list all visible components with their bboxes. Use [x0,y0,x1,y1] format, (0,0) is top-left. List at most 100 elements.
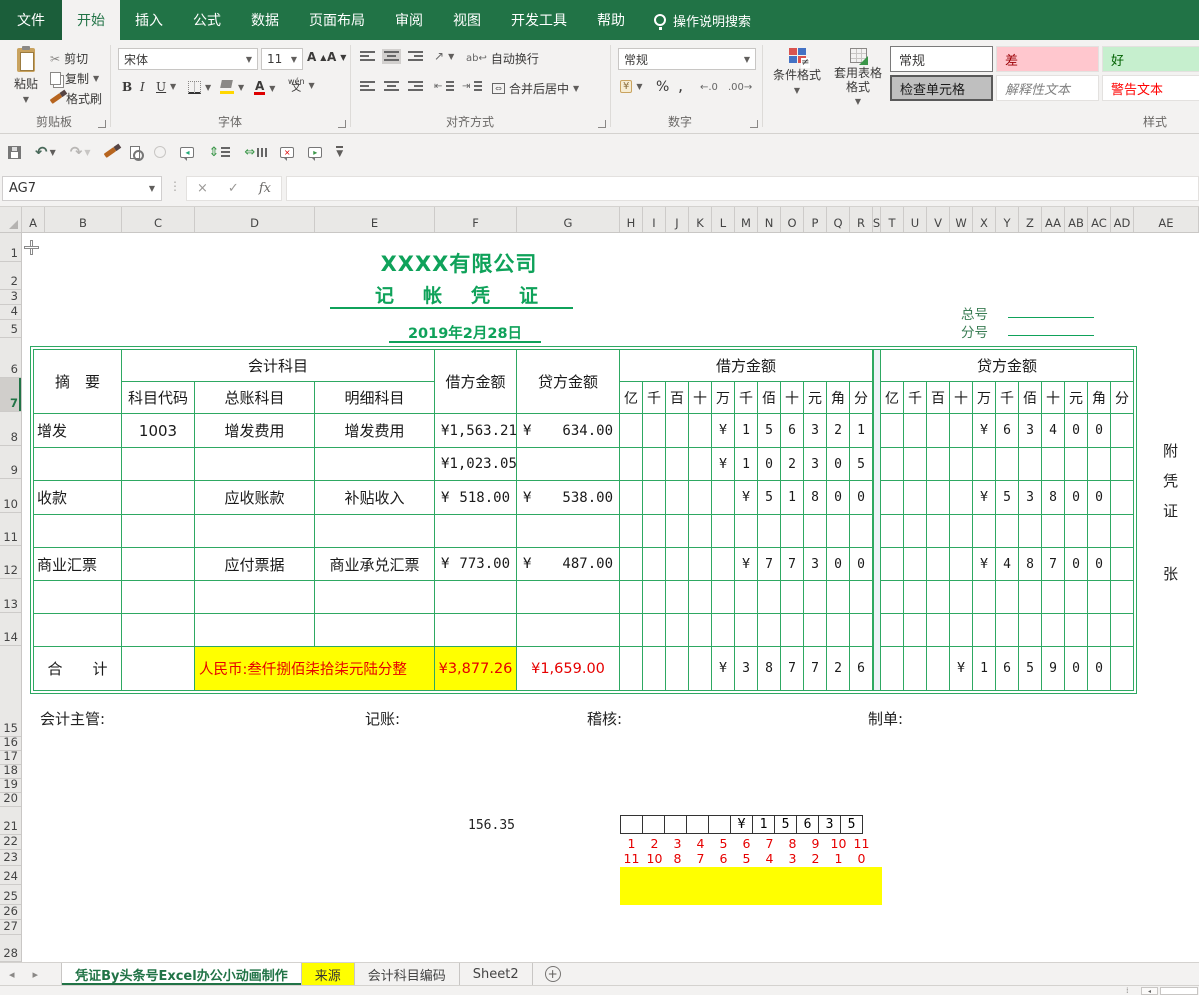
credit-digit-cell[interactable]: 4 [996,548,1019,581]
credit-digit-cell[interactable] [996,515,1019,548]
col-header-M[interactable]: M [735,207,758,232]
col-header-F[interactable]: F [435,207,517,232]
debit-digit-cell[interactable] [643,414,666,448]
credit-digit-cell[interactable] [1111,448,1134,481]
credit-digit-cell[interactable]: 4 [1042,414,1065,448]
cell-detail[interactable]: 补贴收入 [315,481,435,515]
debit-digit-cell[interactable]: 8 [804,481,827,515]
debit-digit-cell[interactable] [758,614,781,647]
cell-detail[interactable] [315,515,435,548]
credit-digit-header-2[interactable]: 千 [904,382,927,414]
col-header-Y[interactable]: Y [996,207,1019,232]
total-credit-digit-cell[interactable]: 6 [996,647,1019,691]
row-header-27[interactable]: 27 [0,920,21,935]
debit-digit-cell[interactable] [689,548,712,581]
debit-digit-cell[interactable] [689,581,712,614]
row-header-23[interactable]: 23 [0,850,21,866]
row-header-20[interactable]: 20 [0,793,21,807]
style-chip-解释性文本[interactable]: 解释性文本 [996,75,1099,101]
red-number[interactable]: 6 [735,836,758,851]
debit-digit-cell[interactable]: 3 [804,414,827,448]
cell-summary[interactable] [34,581,122,614]
debit-digit-cell[interactable] [643,614,666,647]
credit-digit-cell[interactable]: 0 [1065,548,1088,581]
debit-digit-cell[interactable] [689,515,712,548]
sheet-tab-来源[interactable]: 来源 [302,963,355,985]
cell-code[interactable] [122,581,195,614]
debit-digit-cell[interactable]: ¥ [712,448,735,481]
row-header-10[interactable]: 10 [0,479,21,513]
header-code[interactable]: 科目代码 [122,382,195,414]
debit-digit-cell[interactable] [804,581,827,614]
cell-summary[interactable] [34,515,122,548]
col-header-W[interactable]: W [950,207,973,232]
debit-digit-cell[interactable] [643,481,666,515]
debit-digit-cell[interactable] [735,515,758,548]
debit-digit-cell[interactable]: ¥ [712,414,735,448]
credit-digit-cell[interactable] [1042,515,1065,548]
total-credit-digit-cell[interactable]: 1 [973,647,996,691]
style-chip-差[interactable]: 差 [996,46,1099,72]
decrease-indent-button[interactable]: ⇤ [434,81,454,92]
ribbon-tab-数据[interactable]: 数据 [236,0,294,40]
row-header-22[interactable]: 22 [0,835,21,850]
col-header-V[interactable]: V [927,207,950,232]
red-number[interactable]: 0 [850,851,873,866]
red-number[interactable]: 2 [643,836,666,851]
debit-digit-cell[interactable] [643,515,666,548]
ribbon-tab-文件[interactable]: 文件 [0,0,62,40]
cell-debit[interactable]: ¥1,023.05 [435,448,517,481]
credit-digit-cell[interactable] [881,614,904,647]
increase-indent-button[interactable]: ⇥ [462,81,482,92]
debit-digit-cell[interactable] [827,614,850,647]
cell-code[interactable] [122,515,195,548]
shrink-font-button[interactable]: A▼ [327,50,346,64]
credit-digit-cell[interactable]: 7 [1042,548,1065,581]
total-credit-digit-cell[interactable] [1111,647,1134,691]
col-header-AA[interactable]: AA [1042,207,1065,232]
col-header-G[interactable]: G [517,207,620,232]
align-center-button[interactable] [384,81,399,92]
debit-digit-cell[interactable]: 5 [758,481,781,515]
total-credit-cell[interactable]: ¥1,659.00 [517,647,620,691]
cell-general[interactable] [195,448,315,481]
debit-digit-cell[interactable]: 1 [735,448,758,481]
align-bottom-button[interactable] [408,51,423,62]
ribbon-tab-视图[interactable]: 视图 [438,0,496,40]
credit-digit-cell[interactable] [1088,448,1111,481]
credit-digit-cell[interactable]: 8 [1042,481,1065,515]
credit-digit-header-5[interactable]: 万 [973,382,996,414]
row-header-21[interactable]: 21 [0,807,21,835]
align-top-button[interactable] [360,51,375,62]
debit-digit-cell[interactable] [689,481,712,515]
undo-button[interactable]: ↶▼ [35,143,56,161]
debit-digit-cell[interactable] [712,548,735,581]
cell-summary[interactable]: 商业汇票 [34,548,122,581]
row-header-26[interactable]: 26 [0,905,21,920]
increase-decimal-button[interactable]: ←.0 [700,82,718,93]
ribbon-tab-开发工具[interactable]: 开发工具 [496,0,582,40]
col-header-Q[interactable]: Q [827,207,850,232]
col-header-U[interactable]: U [904,207,927,232]
font-name-combo[interactable]: 宋体 ▼ [118,48,258,70]
ribbon-tab-开始[interactable]: 开始 [62,0,120,40]
format-painter-button[interactable]: 格式刷 [50,90,102,107]
debit-digit-cell[interactable] [643,448,666,481]
column-width-button[interactable]: ⇔ [244,145,266,160]
red-number[interactable]: 8 [666,851,689,866]
strip-cell[interactable] [708,815,731,834]
phonetic-button[interactable]: wén文 ▼ [288,78,315,92]
select-all-button[interactable] [0,207,22,232]
orientation-button[interactable]: ↗▼ [434,49,454,63]
debit-digit-cell[interactable] [712,515,735,548]
red-number[interactable]: 1 [620,836,643,851]
serial-sub-label[interactable]: 分号 [961,321,988,341]
cell-debit[interactable]: ¥518.00 [435,481,517,515]
credit-digit-cell[interactable]: 0 [1088,481,1111,515]
cell-credit[interactable] [517,448,620,481]
credit-digit-cell[interactable] [1065,581,1088,614]
debit-digit-cell[interactable] [643,581,666,614]
row-header-28[interactable]: 28 [0,935,21,962]
red-number[interactable]: 4 [689,836,712,851]
fill-color-button[interactable]: ▼ [220,80,244,94]
